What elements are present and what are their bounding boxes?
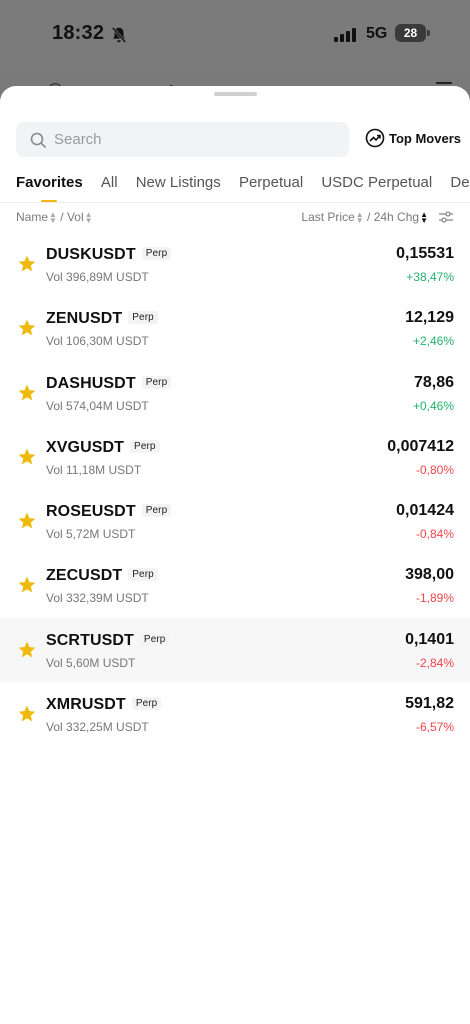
tab-favorites[interactable]: Favorites — [16, 174, 83, 191]
table-row[interactable]: ZECUSDT Perp Vol 332,39M USDT 398,00 -1,8… — [0, 553, 470, 617]
symbol-name: XMRUSDT — [46, 696, 126, 714]
search-icon — [30, 132, 46, 148]
table-row[interactable]: SCRTUSDT Perp Vol 5,60M USDT 0,1401 -2,84… — [0, 617, 470, 683]
last-price: 591,82 — [405, 695, 454, 713]
favorites-list: DUSKUSDT Perp Vol 396,89M USDT 0,15531 +3… — [0, 232, 470, 746]
change-percent: -0,84% — [415, 527, 454, 542]
volume-text: Vol 332,39M USDT — [46, 591, 149, 606]
sort-vol[interactable]: Vol▲ ▼ — [67, 210, 93, 224]
search-box[interactable] — [16, 122, 349, 157]
sort-arrows-icon: ▲ ▼ — [420, 209, 428, 225]
perp-badge: Perp — [141, 247, 172, 260]
star-favorite-icon[interactable] — [17, 447, 37, 467]
table-row[interactable]: XVGUSDT Perp Vol 11,18M USDT 0,007412 -0,… — [0, 425, 470, 489]
change-percent: +2,46% — [412, 334, 454, 349]
perp-badge: Perp — [128, 568, 158, 582]
table-row[interactable]: ROSEUSDT Perp Vol 5,72M USDT 0,01424 -0,8… — [0, 489, 470, 553]
perp-badge: Perp — [141, 375, 172, 389]
table-row[interactable]: DASHUSDT Perp Vol 574,04M USDT 78,86 +0,4… — [0, 361, 470, 425]
star-favorite-icon[interactable] — [17, 511, 37, 531]
perp-badge: Perp — [130, 439, 160, 453]
signal-icon — [334, 26, 356, 42]
perp-badge: Perp — [141, 504, 172, 518]
change-percent: -6,57% — [415, 720, 454, 735]
bell-muted-icon — [111, 26, 127, 44]
tab-usdc-perpetual[interactable]: USDC Perpetual — [321, 174, 432, 191]
star-favorite-icon[interactable] — [17, 254, 37, 274]
tab-new-listings[interactable]: New Listings — [136, 174, 221, 191]
table-row[interactable]: DUSKUSDT Perp Vol 396,89M USDT 0,15531 +3… — [0, 232, 470, 296]
sort-arrows-icon: ▲ ▼ — [355, 209, 364, 225]
last-price: 0,01424 — [396, 502, 454, 520]
top-movers-button[interactable]: Top Movers — [365, 128, 461, 148]
status-time: 18:32 — [52, 22, 105, 44]
list-header: Name▲ ▼ / Vol▲ ▼ Last Price▲ ▼ / 24h Chg▲ ▼ — [16, 210, 454, 226]
symbol-name: ZECUSDT — [46, 567, 123, 585]
top-movers-label: Top Movers — [389, 130, 461, 146]
star-favorite-icon[interactable] — [17, 704, 37, 724]
trending-up-icon — [365, 128, 385, 148]
symbol-name: XVGUSDT — [46, 438, 125, 456]
sort-24h-change[interactable]: 24h Chg▲ ▼ — [374, 210, 428, 224]
sort-arrows-icon: ▲ ▼ — [84, 209, 93, 225]
perp-badge: Perp — [131, 697, 162, 711]
last-price: 78,86 — [413, 373, 454, 391]
volume-text: Vol 5,60M USDT — [46, 655, 136, 670]
symbol-name: ZENUSDT — [46, 310, 123, 328]
change-percent: -1,89% — [415, 591, 454, 606]
filter-settings-icon[interactable] — [438, 210, 454, 224]
star-favorite-icon[interactable] — [17, 640, 37, 660]
sort-last-price[interactable]: Last Price▲ ▼ — [301, 210, 363, 224]
volume-text: Vol 396,89M USDT — [46, 270, 149, 284]
perp-badge: Perp — [128, 311, 158, 325]
search-input[interactable] — [54, 131, 314, 148]
tab-perpetual[interactable]: Perpetual — [239, 174, 303, 191]
symbol-name: DASHUSDT — [46, 374, 136, 392]
last-price: 0,007412 — [387, 437, 454, 455]
status-bar: 18:32 5G 28 — [0, 0, 470, 70]
volume-text: Vol 5,72M USDT — [46, 527, 136, 542]
table-row[interactable]: XMRUSDT Perp Vol 332,25M USDT 591,82 -6,5… — [0, 682, 470, 746]
symbol-name: DUSKUSDT — [46, 246, 136, 263]
last-price: 12,129 — [405, 309, 454, 327]
star-favorite-icon[interactable] — [17, 383, 37, 403]
symbol-name: SCRTUSDT — [46, 631, 134, 649]
change-percent: +38,47% — [406, 270, 454, 284]
star-favorite-icon[interactable] — [17, 575, 37, 595]
change-percent: +0,46% — [412, 398, 454, 413]
sort-arrows-icon: ▲ ▼ — [49, 209, 57, 225]
symbol-name: ROSEUSDT — [46, 503, 136, 521]
volume-text: Vol 11,18M USDT — [46, 462, 142, 477]
tab-delivery[interactable]: Delive — [450, 174, 470, 191]
volume-text: Vol 332,25M USDT — [46, 720, 149, 735]
sort-name[interactable]: Name▲ ▼ — [16, 210, 57, 224]
perp-badge: Perp — [139, 632, 170, 646]
star-favorite-icon[interactable] — [17, 318, 37, 338]
last-price: 398,00 — [405, 566, 454, 584]
volume-text: Vol 106,30M USDT — [46, 334, 149, 349]
last-price: 0,1401 — [405, 630, 454, 648]
table-row[interactable]: ZENUSDT Perp Vol 106,30M USDT 12,129 +2,4… — [0, 296, 470, 360]
network-type: 5G — [366, 25, 388, 42]
last-price: 0,15531 — [396, 245, 454, 262]
sheet-drag-handle[interactable] — [214, 92, 257, 96]
change-percent: -2,84% — [415, 655, 454, 670]
tab-all[interactable]: All — [101, 174, 118, 191]
battery-icon: 28 — [395, 24, 430, 42]
favorites-sheet: Top Movers Favorites All New Listings Pe… — [0, 86, 470, 1024]
tabs-divider — [0, 202, 470, 203]
volume-text: Vol 574,04M USDT — [46, 398, 149, 413]
change-percent: -0,80% — [415, 462, 454, 477]
